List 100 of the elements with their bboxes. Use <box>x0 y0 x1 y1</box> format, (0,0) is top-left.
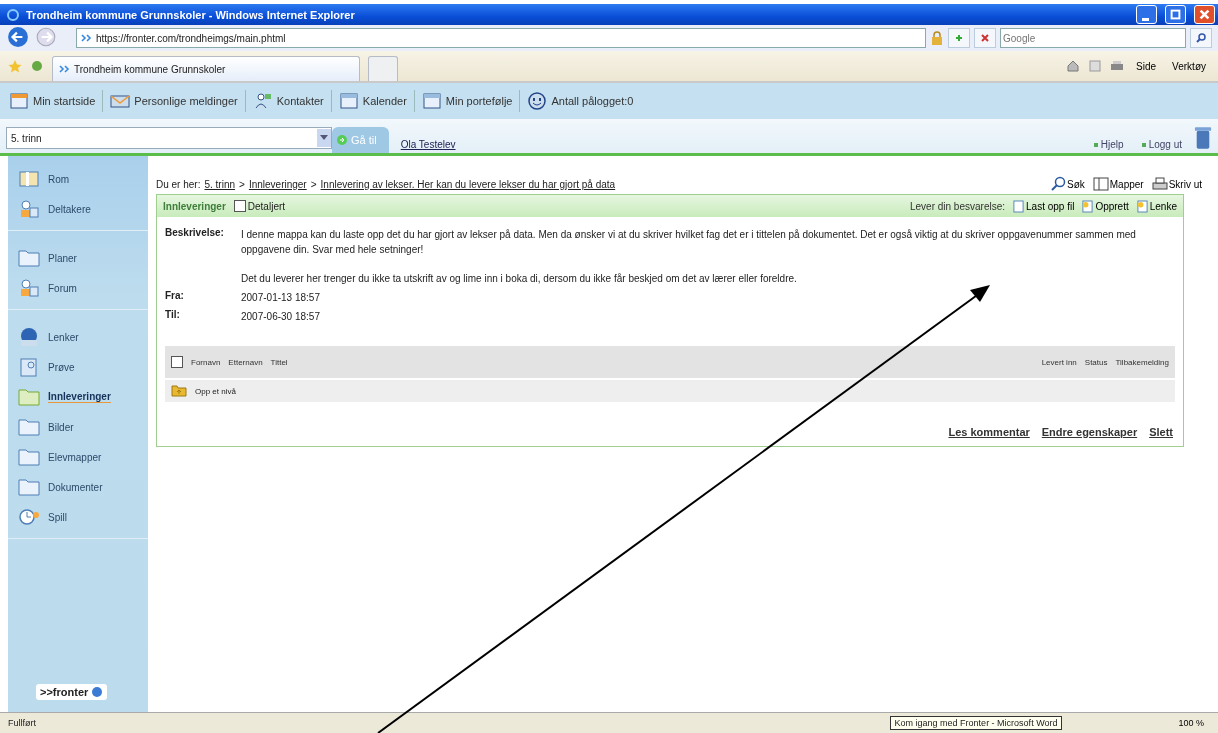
header-link[interactable]: Hjelp <box>1093 139 1124 150</box>
window-title: Trondheim kommune Grunnskoler - Windows Internet Explorer <box>26 8 355 21</box>
minimize-button[interactable] <box>1136 5 1157 24</box>
add-favorite-icon[interactable] <box>30 59 44 73</box>
back-button[interactable] <box>6 26 30 50</box>
field-text: Det du leverer her trenger du ikke ta utskrift av og lime inn i boka di, dersom du ikke får beskjed om det av lærer eller foreldre. <box>241 272 798 286</box>
breadcrumb: Du er her: 5. trinn > Innleveringer > Innlevering av lekser. Her kan du levere lekser du har gjort på data <box>156 178 616 190</box>
sidebar-item[interactable]: Planer <box>8 243 148 273</box>
toolbar-button[interactable]: Personlige meldinger <box>107 91 241 111</box>
breadcrumb-link[interactable]: Innleveringer <box>248 178 307 190</box>
printer-icon[interactable] <box>1110 59 1125 73</box>
star-icon[interactable] <box>8 59 22 73</box>
refresh-button[interactable] <box>948 28 970 48</box>
smiley-icon <box>527 91 548 111</box>
browser-icon <box>6 7 20 22</box>
sidebar-item[interactable]: Lenker <box>8 322 148 352</box>
calendar-icon <box>9 91 29 111</box>
toolbar-button[interactable]: Min startside <box>6 91 99 111</box>
close-icon <box>1197 8 1212 21</box>
page-action-button[interactable]: Skriv ut <box>1149 176 1204 192</box>
search-button[interactable] <box>1190 28 1212 48</box>
address-field[interactable]: https://fronter.com/trondheimgs/main.phtml <box>76 28 926 48</box>
folder-icon <box>18 387 40 407</box>
note-icon <box>18 357 40 377</box>
columns-icon <box>1092 176 1109 192</box>
browser-tab[interactable]: Trondheim kommune Grunnskoler <box>52 56 360 81</box>
stop-button[interactable] <box>974 28 996 48</box>
panel-title: Innleveringer <box>163 200 226 212</box>
people-icon <box>18 278 40 298</box>
submit-action-button[interactable]: Lenke <box>1136 199 1177 213</box>
search-field[interactable]: Google <box>1000 28 1186 48</box>
breadcrumb-link[interactable]: 5. trinn <box>204 178 236 190</box>
chevron-icon <box>81 34 93 42</box>
field-text: 2007-06-30 18:57 <box>241 310 321 324</box>
document-icon <box>1013 199 1024 213</box>
folder-icon <box>18 477 40 497</box>
select-all-checkbox[interactable] <box>171 356 183 368</box>
column-header[interactable]: Etternavn <box>228 357 263 367</box>
window-icon <box>338 91 359 111</box>
column-header[interactable]: Levert inn <box>1041 357 1077 367</box>
sidebar-item[interactable]: Dokumenter <box>8 472 148 502</box>
toolbar-button[interactable]: Min portefølje <box>418 91 516 111</box>
minimize-icon <box>1142 17 1149 21</box>
column-header[interactable]: Tilbakemelding <box>1115 357 1169 367</box>
breadcrumb-link[interactable]: Innlevering av lekser. Her kan du levere lekser du har gjort på data <box>320 178 616 190</box>
search-icon <box>1194 32 1208 44</box>
sidebar-item[interactable]: Prøve <box>8 352 148 382</box>
breadcrumb-separator: > <box>310 178 317 190</box>
maximize-icon <box>1168 8 1183 21</box>
sidebar-item[interactable]: Innleveringer <box>8 382 148 412</box>
printer-icon <box>1151 176 1168 192</box>
room-dropdown[interactable]: 5. trinn <box>6 127 332 149</box>
field-label: Beskrivelse: <box>165 227 225 240</box>
maximize-button[interactable] <box>1165 5 1186 24</box>
folder-icon <box>18 248 40 268</box>
column-header[interactable]: Tittel <box>270 357 288 367</box>
command-menu[interactable]: Side <box>1132 60 1161 72</box>
footer-link[interactable]: Les kommentar <box>948 426 1030 438</box>
sidebar-item[interactable]: Deltakere <box>8 194 148 224</box>
caret-icon <box>320 135 328 141</box>
command-menu[interactable]: Verktøy <box>1168 60 1210 72</box>
submit-action-button[interactable]: Last opp fil <box>1013 199 1075 213</box>
status-text: Fullført <box>8 718 36 728</box>
column-header[interactable]: Fornavn <box>191 357 221 367</box>
go-arrow-icon <box>336 134 348 146</box>
taskbar-tooltip: Kom igang med Fronter - Microsoft Word <box>889 716 1063 730</box>
toolbar-button[interactable]: Kontakter <box>249 91 327 111</box>
people-icon <box>18 199 40 219</box>
folder-icon <box>18 417 40 437</box>
chevron-icon <box>59 65 71 73</box>
column-header[interactable]: Status <box>1084 357 1108 367</box>
close-button[interactable] <box>1194 5 1215 24</box>
trash-icon[interactable] <box>1194 125 1212 151</box>
footer-link[interactable]: Endre egenskaper <box>1041 426 1138 438</box>
home-icon[interactable] <box>1066 59 1081 73</box>
up-one-level-link[interactable]: Opp et nivå <box>195 386 236 396</box>
footer-link[interactable]: Slett <box>1149 426 1173 438</box>
fronter-logo[interactable]: >>fronter <box>36 684 108 700</box>
breadcrumb-separator: > <box>239 178 245 190</box>
submit-action-button[interactable]: Opprett <box>1082 199 1129 213</box>
submit-label: Lever din besvarelse: <box>909 200 1005 212</box>
stop-icon <box>978 32 992 44</box>
page-action-button[interactable]: Mapper <box>1090 176 1146 192</box>
field-label: Fra: <box>165 290 185 303</box>
field-text: I denne mappa kan du laste opp det du har gjort av lekser på data. Men da ønsker vi at du skriver hvilket fag det er i tittelen på dokumentet. Det er også viktig at du skriver oppgavenummer sammen med oppgavene din. Svar med hele setninger! <box>241 228 1137 257</box>
folder-icon <box>18 447 40 467</box>
user-link[interactable]: Ola Testelev <box>400 139 456 150</box>
toolbar-button[interactable]: Antall pålogget:0 <box>524 91 637 111</box>
detailed-checkbox[interactable]: Detaljert <box>233 200 286 212</box>
sidebar-item[interactable]: Bilder <box>8 412 148 442</box>
header-link[interactable]: Logg ut <box>1141 139 1182 150</box>
sidebar-item[interactable]: Rom <box>8 164 148 194</box>
zoom-button[interactable]: 100 % <box>1172 717 1210 729</box>
toolbar-button[interactable]: Kalender <box>335 91 410 111</box>
sidebar-item[interactable]: Forum <box>8 273 148 303</box>
page-action-button[interactable]: Søk <box>1047 176 1087 192</box>
clock-icon <box>18 507 40 527</box>
document-icon <box>1136 199 1148 213</box>
sidebar-item[interactable]: Spill <box>8 502 148 532</box>
sidebar-item[interactable]: Elevmapper <box>8 442 148 472</box>
